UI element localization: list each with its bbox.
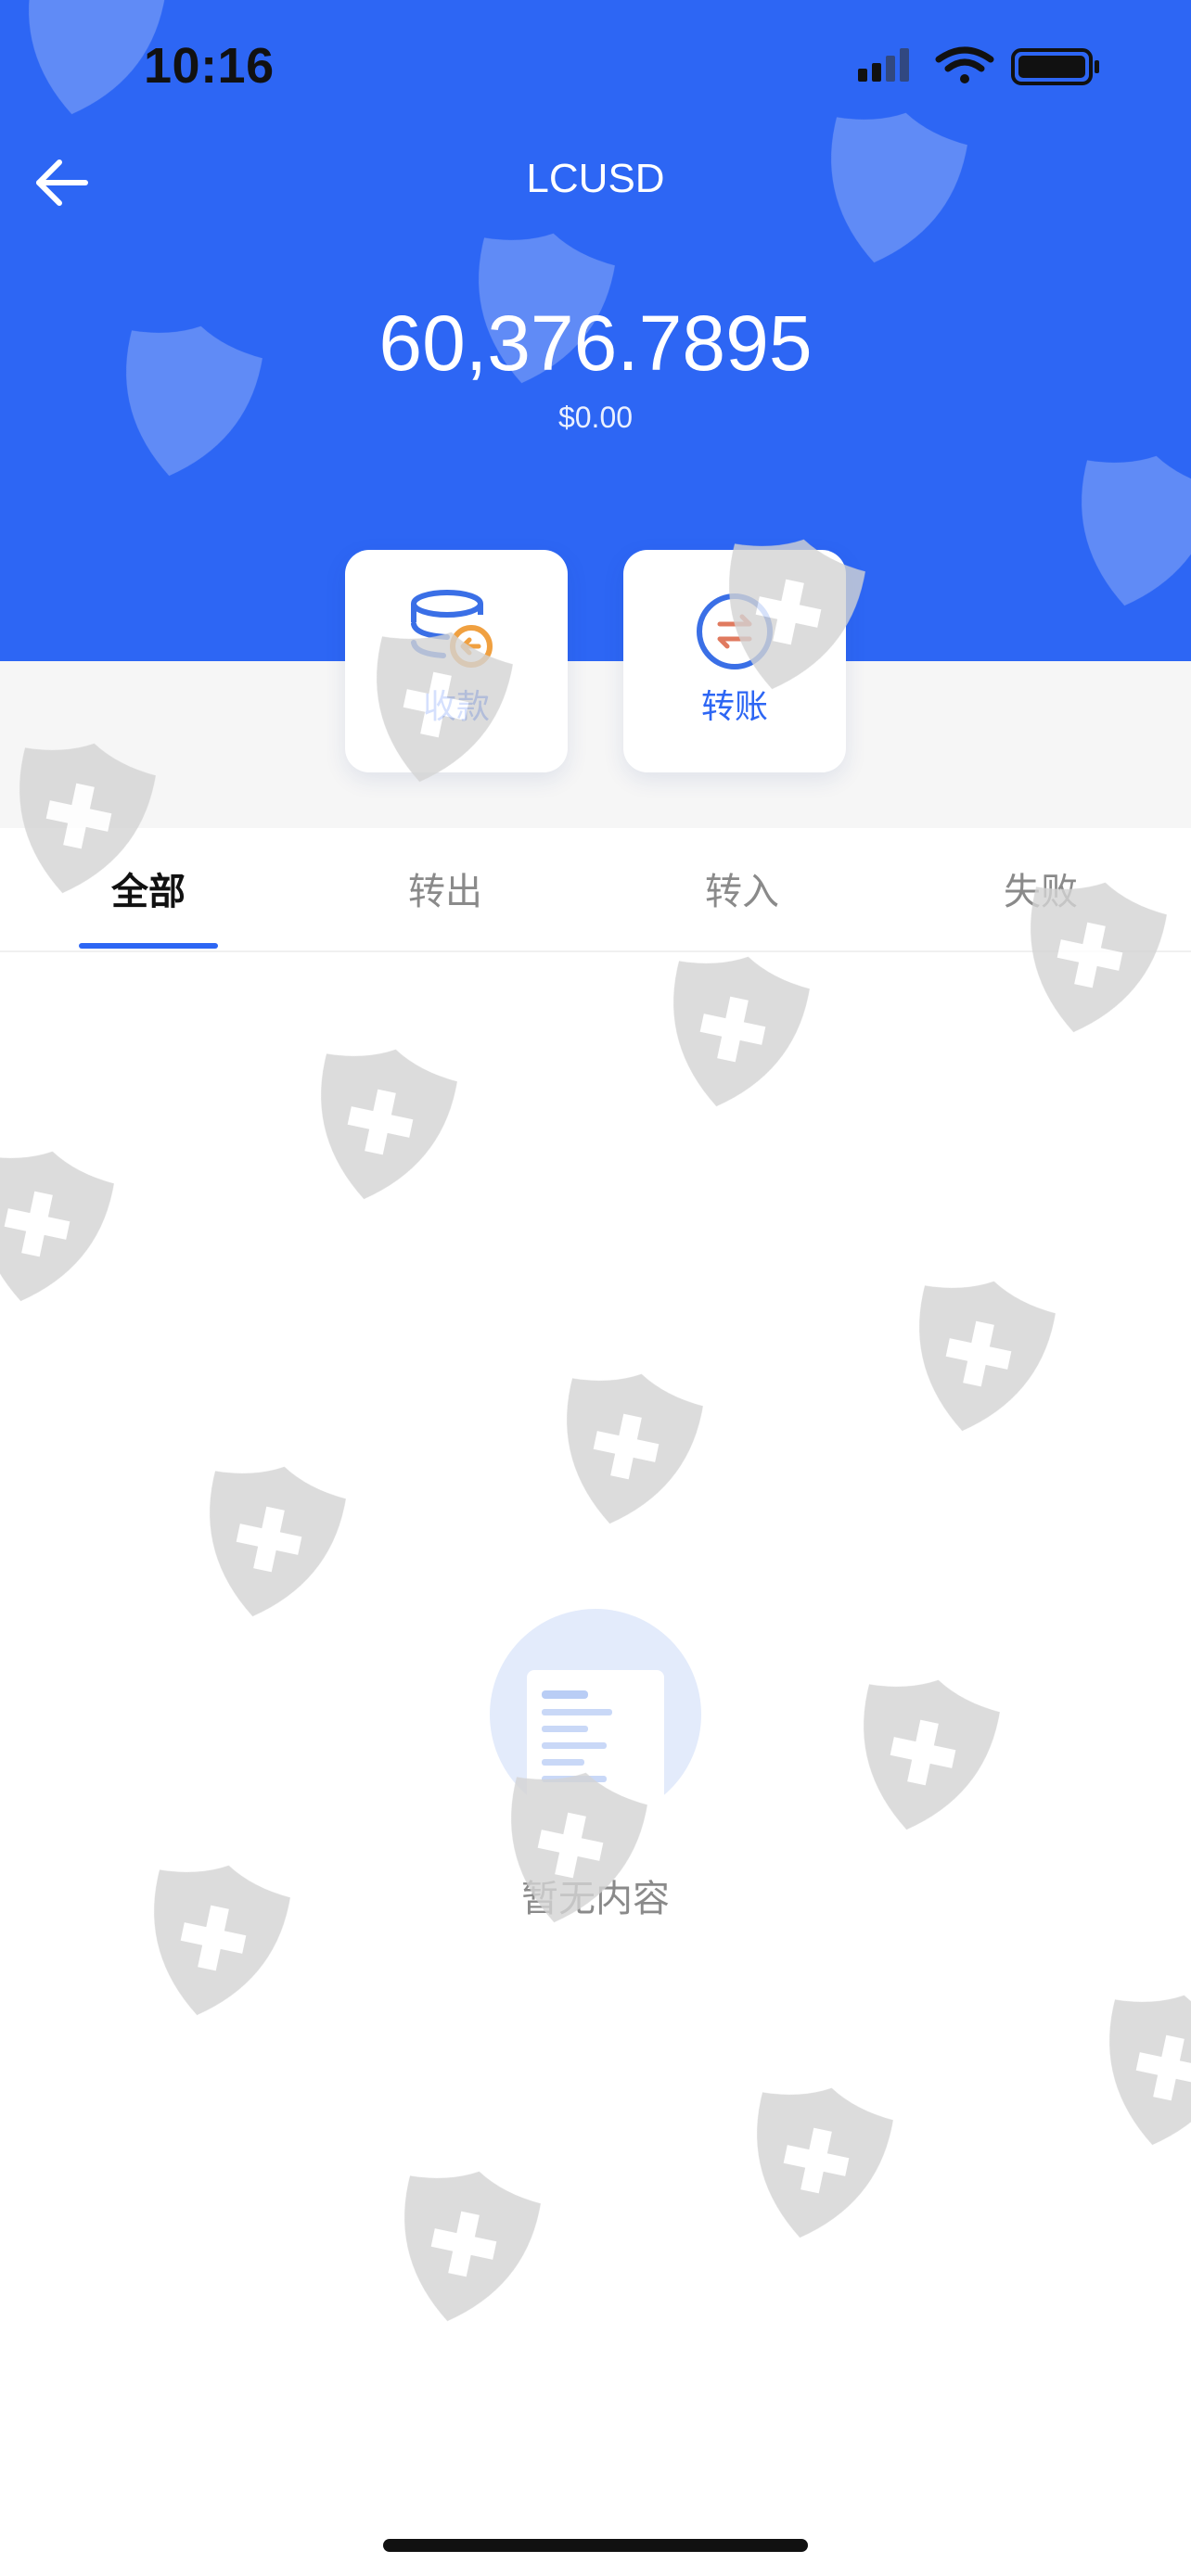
tab-all[interactable]: 全部 (56, 861, 241, 915)
status-icons (853, 45, 1132, 96)
transfer-arrows-icon (697, 593, 773, 670)
balance-amount: 60,376.7895 (378, 300, 813, 387)
tab-outgoing[interactable]: 转出 (352, 861, 538, 915)
empty-state-text: 暂无内容 (521, 1878, 670, 1920)
balance-usd-value: $0.00 (557, 401, 634, 434)
status-time: 10:16 (144, 38, 275, 94)
transfer-button[interactable]: 转账 (623, 550, 846, 772)
receive-label: 收款 (422, 688, 490, 726)
home-indicator[interactable] (383, 2539, 808, 2552)
transfer-label: 转账 (700, 688, 768, 726)
actions-background (0, 661, 1191, 828)
receive-button[interactable]: 收款 (345, 550, 568, 772)
empty-document-icon (490, 1609, 701, 1820)
page-title: LCUSD (526, 156, 665, 201)
active-tab-indicator (79, 943, 218, 949)
wifi-icon (935, 46, 994, 83)
battery-icon (1011, 48, 1099, 85)
transaction-tabs: 全部 转出 转入 失败 (0, 828, 1191, 952)
tab-failed[interactable]: 失败 (948, 861, 1133, 915)
signal-icon (858, 48, 909, 82)
coin-stack-receive-icon (411, 590, 493, 668)
tab-incoming[interactable]: 转入 (649, 861, 835, 915)
